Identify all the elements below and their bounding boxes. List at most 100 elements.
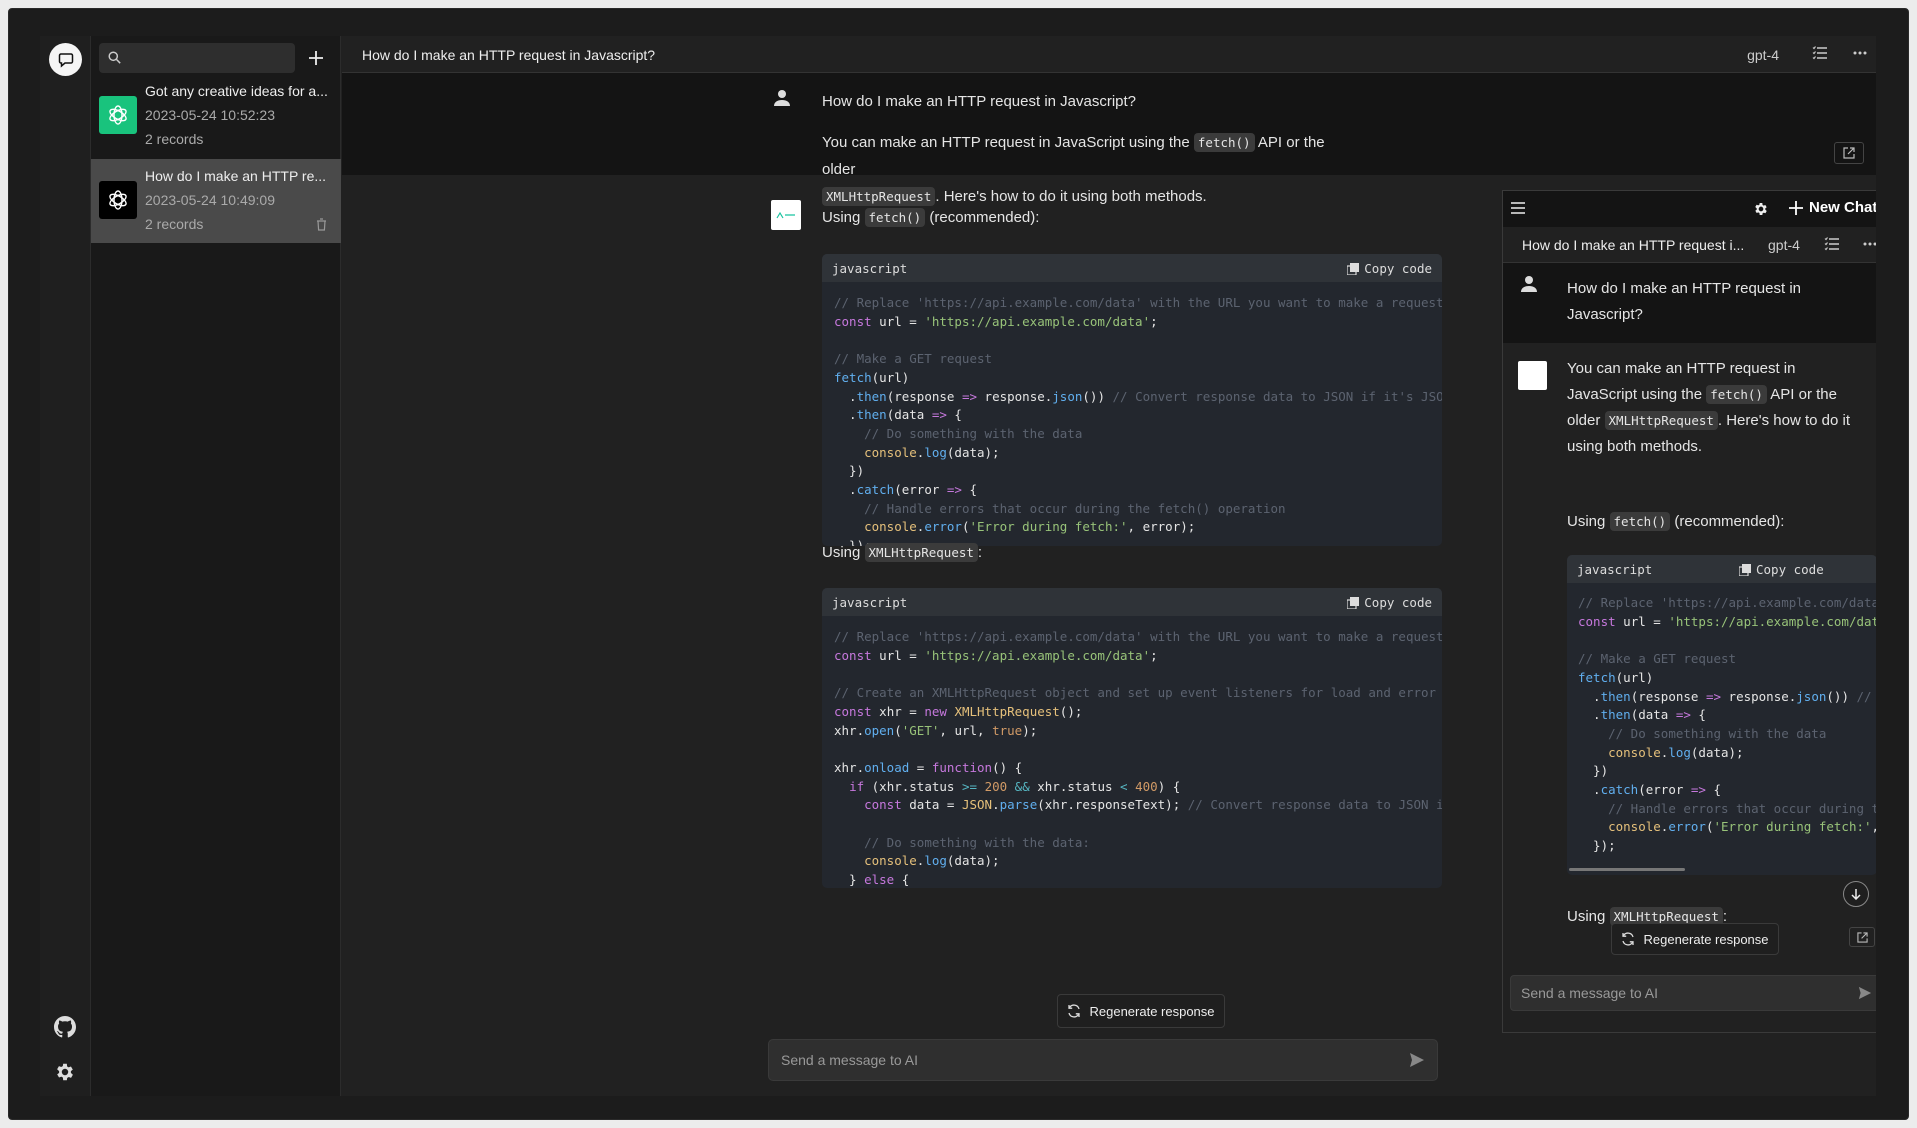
- list-icon[interactable]: [1812, 46, 1828, 65]
- text: (recommended):: [929, 209, 1040, 226]
- copy-code-button[interactable]: Copy code: [1347, 595, 1432, 610]
- message-input-box[interactable]: [768, 1039, 1438, 1081]
- embedded-chat-panel: New Chat How do I make an HTTP request i…: [1502, 190, 1876, 1033]
- user-avatar-icon: [1520, 275, 1538, 298]
- code-language: javascript: [1577, 562, 1653, 577]
- panel-message-input-box[interactable]: [1510, 975, 1876, 1011]
- copy-icon: [1347, 596, 1360, 609]
- search-box[interactable]: [99, 43, 295, 73]
- conversation-item-creative-ideas[interactable]: Got any creative ideas for a... 2023-05-…: [91, 74, 341, 158]
- conversation-title: Got any creative ideas for a...: [145, 83, 328, 99]
- panel-assistant-paragraph-2: Using fetch() (recommended):: [1567, 509, 1857, 535]
- copy-icon: [1347, 262, 1360, 275]
- code-content: // Replace 'https://api.example.com/data…: [834, 629, 1442, 888]
- more-icon[interactable]: [1862, 237, 1876, 256]
- copy-code-button[interactable]: Copy code: [1347, 261, 1432, 276]
- refresh-icon: [1622, 932, 1635, 946]
- panel-message-input[interactable]: [1521, 976, 1841, 1010]
- chat-bubble-icon[interactable]: [49, 43, 82, 76]
- text: Using: [1567, 513, 1606, 530]
- assistant-paragraph-3: Using XMLHttpRequest:: [822, 539, 1352, 566]
- user-avatar-icon: [773, 89, 791, 112]
- new-chat-button[interactable]: New Chat: [1789, 199, 1876, 216]
- search-input[interactable]: [129, 43, 289, 73]
- user-message-text: How do I make an HTTP request in Javascr…: [822, 93, 1137, 110]
- horizontal-scrollbar[interactable]: [1569, 868, 1685, 871]
- conversation-records: 2 records: [145, 216, 204, 232]
- plus-icon: [309, 51, 323, 65]
- copy-code-label: Copy code: [1756, 562, 1824, 577]
- text: (recommended):: [1674, 513, 1785, 530]
- panel-chat-title: How do I make an HTTP request i...: [1522, 237, 1745, 253]
- panel-regenerate-button[interactable]: Regenerate response: [1611, 923, 1779, 955]
- copy-icon: [1739, 563, 1751, 576]
- conversation-date: 2023-05-24 10:49:09: [145, 192, 275, 208]
- inline-code: fetch(): [1193, 133, 1255, 152]
- plus-icon: [1789, 200, 1803, 215]
- inline-code: fetch(): [1706, 385, 1767, 404]
- text: Using: [822, 209, 861, 226]
- conversation-list: Got any creative ideas for a... 2023-05-…: [91, 36, 341, 1096]
- conversation-records: 2 records: [145, 131, 204, 147]
- copy-code-button[interactable]: Copy code: [1739, 562, 1824, 577]
- code-language: javascript: [832, 595, 908, 610]
- code-block-xhr: javascript Copy code // Replace 'https:/…: [822, 588, 1442, 888]
- list-icon[interactable]: [1824, 237, 1840, 256]
- panel-topbar: New Chat: [1503, 191, 1876, 227]
- copy-code-label: Copy code: [1364, 595, 1432, 610]
- conversation-date: 2023-05-24 10:52:23: [145, 107, 275, 123]
- new-conversation-button[interactable]: [304, 46, 328, 70]
- code-block-fetch: javascript Copy code // Replace 'https:/…: [822, 254, 1442, 546]
- inline-code: XMLHttpRequest: [864, 543, 978, 562]
- panel-assistant-paragraph-1: You can make an HTTP request in JavaScri…: [1567, 356, 1857, 460]
- regenerate-label: Regenerate response: [1089, 1003, 1215, 1019]
- assistant-paragraph-2: Using fetch() (recommended):: [822, 204, 1352, 231]
- trash-icon[interactable]: [316, 218, 327, 236]
- app-window: Got any creative ideas for a... 2023-05-…: [40, 36, 1876, 1096]
- gear-icon[interactable]: [54, 1061, 76, 1088]
- model-label[interactable]: gpt-4: [1747, 47, 1779, 63]
- arrow-down-icon: [1851, 889, 1861, 900]
- share-icon[interactable]: [1849, 927, 1875, 947]
- more-icon[interactable]: [1852, 46, 1868, 65]
- gear-icon[interactable]: [1753, 201, 1769, 222]
- text: You can make an HTTP request in JavaScri…: [822, 134, 1190, 151]
- panel-model-label[interactable]: gpt-4: [1768, 237, 1800, 253]
- regenerate-label: Regenerate response: [1643, 931, 1769, 947]
- code-content: // Replace 'https://api.example.com/data…: [834, 295, 1442, 546]
- openai-logo-icon: [99, 96, 137, 134]
- send-icon[interactable]: [1858, 986, 1872, 1005]
- assistant-paragraph-1: You can make an HTTP request in JavaScri…: [822, 129, 1352, 210]
- inline-code: fetch(): [1609, 512, 1671, 531]
- panel-chat-header: How do I make an HTTP request i... gpt-4: [1503, 227, 1876, 263]
- code-block-header: javascript Copy code: [1567, 555, 1876, 583]
- inline-code: fetch(): [864, 208, 926, 227]
- refresh-icon: [1068, 1004, 1081, 1018]
- assistant-avatar: [771, 200, 801, 230]
- openai-logo-icon: [99, 181, 137, 219]
- assistant-avatar: [1518, 361, 1547, 390]
- text: Using: [822, 544, 861, 561]
- copy-code-label: Copy code: [1364, 261, 1432, 276]
- code-block-header: javascript Copy code: [822, 254, 1442, 282]
- text: :: [977, 544, 983, 561]
- chat-header: How do I make an HTTP request in Javascr…: [342, 36, 1876, 73]
- message-input[interactable]: [781, 1040, 1381, 1080]
- search-icon: [108, 51, 121, 64]
- send-icon[interactable]: [1409, 1052, 1425, 1073]
- github-icon[interactable]: [54, 1016, 76, 1043]
- panel-code-block-fetch: javascript Copy code // Replace 'https:/…: [1567, 555, 1876, 875]
- conversation-item-http-request[interactable]: How do I make an HTTP re... 2023-05-24 1…: [91, 159, 341, 243]
- share-icon[interactable]: [1834, 142, 1864, 164]
- menu-icon[interactable]: [1511, 201, 1525, 219]
- text: . Here's how to do it using both methods…: [935, 188, 1207, 205]
- panel-user-message-row: How do I make an HTTP request in Javascr…: [1503, 263, 1876, 343]
- new-chat-label: New Chat: [1809, 199, 1876, 216]
- chat-title: How do I make an HTTP request in Javascr…: [362, 47, 656, 63]
- code-content: // Replace 'https://api.example.com/data…: [1578, 595, 1876, 854]
- regenerate-response-button[interactable]: Regenerate response: [1057, 994, 1225, 1028]
- conversation-title: How do I make an HTTP re...: [145, 168, 327, 184]
- inline-code: XMLHttpRequest: [1604, 411, 1718, 430]
- panel-user-message-text: How do I make an HTTP request in Javascr…: [1567, 280, 1801, 323]
- icon-rail: [40, 36, 91, 1096]
